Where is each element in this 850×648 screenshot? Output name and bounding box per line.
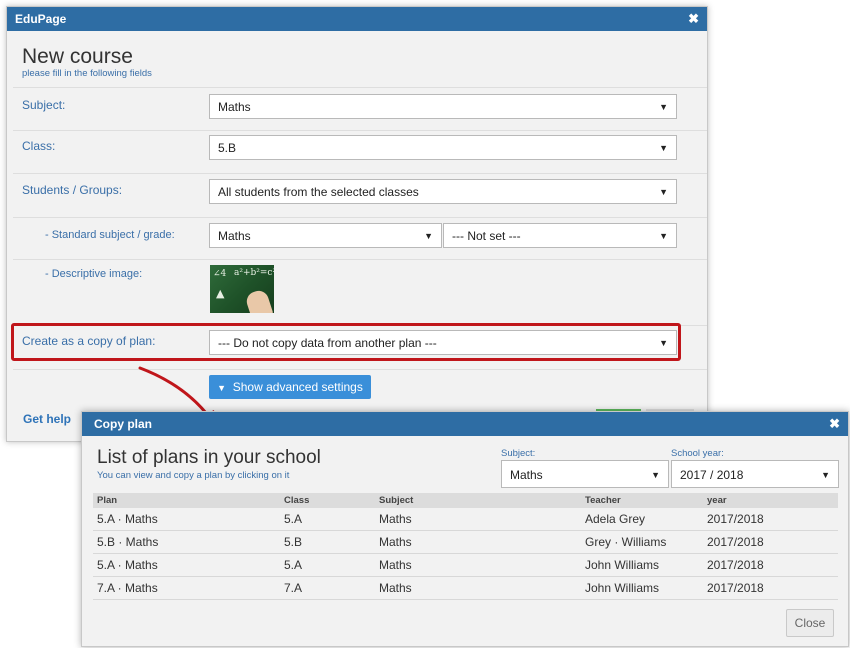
class-cell: 5.A xyxy=(280,553,375,577)
subject-select-value: Maths xyxy=(218,100,251,114)
students-select-value: All students from the selected classes xyxy=(218,185,419,199)
year-filter-label: School year: xyxy=(671,448,724,459)
standard-subject-select[interactable]: Maths ▼ xyxy=(209,223,442,248)
teacher-cell: Grey · Williams xyxy=(581,530,703,554)
class-label: Class: xyxy=(22,139,56,153)
dialog-subheading: please fill in the following fields xyxy=(22,68,152,79)
row-divider xyxy=(13,217,707,218)
year-cell: 2017/2018 xyxy=(703,530,838,554)
descriptive-image-thumbnail[interactable]: ∠4 a²+b²=c² ▲ xyxy=(210,265,274,313)
column-header-year: year xyxy=(703,493,838,508)
subject-filter-label: Subject: xyxy=(501,448,536,459)
advanced-settings-label: Show advanced settings xyxy=(232,380,363,394)
close-icon[interactable]: ✖ xyxy=(688,7,699,31)
get-help-link[interactable]: Get help xyxy=(23,412,71,426)
row-divider xyxy=(13,173,707,174)
hand-graphic xyxy=(244,288,274,313)
close-icon[interactable]: ✖ xyxy=(829,412,840,436)
chevron-down-icon: ▼ xyxy=(651,470,660,480)
students-select[interactable]: All students from the selected classes ▼ xyxy=(209,179,677,204)
plan-cell: 5.A · Maths xyxy=(93,553,280,577)
grade-select[interactable]: --- Not set --- ▼ xyxy=(443,223,677,248)
subject-cell: Maths xyxy=(375,553,581,577)
class-cell: 5.B xyxy=(280,530,375,554)
year-filter-select[interactable]: 2017 / 2018 ▼ xyxy=(671,460,839,488)
class-select[interactable]: 5.B ▼ xyxy=(209,135,677,160)
new-course-title-bar: EduPage ✖ xyxy=(7,7,707,31)
chevron-down-icon: ▼ xyxy=(424,231,433,241)
grade-select-value: --- Not set --- xyxy=(452,229,521,243)
chevron-down-icon: ▼ xyxy=(821,470,830,480)
table-row[interactable]: 5.B · Maths 5.B Maths Grey · Williams 20… xyxy=(93,530,838,554)
show-advanced-settings-button[interactable]: ▼ Show advanced settings xyxy=(209,375,371,399)
chevron-down-icon: ▼ xyxy=(659,231,668,241)
subject-filter-select[interactable]: Maths ▼ xyxy=(501,460,669,488)
year-filter-value: 2017 / 2018 xyxy=(680,468,744,482)
row-divider xyxy=(13,87,707,88)
chevron-down-icon: ▼ xyxy=(217,383,227,393)
table-header-row: Plan Class Subject Teacher year xyxy=(93,493,838,508)
plans-heading: List of plans in your school xyxy=(97,447,321,468)
table-row[interactable]: 5.A · Maths 5.A Maths Adela Grey 2017/20… xyxy=(93,508,838,531)
plan-cell: 5.A · Maths xyxy=(93,508,280,531)
chevron-down-icon: ▼ xyxy=(659,143,668,153)
descriptive-image-label: - Descriptive image: xyxy=(45,268,143,280)
window-title: EduPage xyxy=(15,12,67,26)
teacher-cell: Adela Grey xyxy=(581,508,703,531)
chevron-down-icon: ▼ xyxy=(659,102,668,112)
table-row[interactable]: 7.A · Maths 7.A Maths John Williams 2017… xyxy=(93,576,838,600)
column-header-subject: Subject xyxy=(375,493,581,508)
table-row[interactable]: 5.A · Maths 5.A Maths John Williams 2017… xyxy=(93,553,838,577)
row-divider xyxy=(13,259,707,260)
year-cell: 2017/2018 xyxy=(703,576,838,600)
standard-subject-label: - Standard subject / grade: xyxy=(45,229,175,241)
row-divider xyxy=(13,369,707,370)
class-select-value: 5.B xyxy=(218,141,237,155)
subject-cell: Maths xyxy=(375,508,581,531)
chevron-down-icon: ▼ xyxy=(659,187,668,197)
subject-cell: Maths xyxy=(375,576,581,600)
window-title: Copy plan xyxy=(94,417,153,431)
teacher-cell: John Williams xyxy=(581,553,703,577)
plans-table: Plan Class Subject Teacher year 5.A · Ma… xyxy=(93,493,838,600)
subject-filter-value: Maths xyxy=(510,468,543,482)
class-cell: 7.A xyxy=(280,576,375,600)
subject-label: Subject: xyxy=(22,98,66,112)
column-header-teacher: Teacher xyxy=(581,493,703,508)
year-cell: 2017/2018 xyxy=(703,508,838,531)
dialog-heading: New course xyxy=(22,45,133,68)
plan-cell: 7.A · Maths xyxy=(93,576,280,600)
students-label: Students / Groups: xyxy=(22,183,123,197)
copy-plan-title-bar: Copy plan ✖ xyxy=(82,412,848,436)
class-cell: 5.A xyxy=(280,508,375,531)
new-course-dialog: EduPage ✖ New course please fill in the … xyxy=(6,6,708,442)
subject-cell: Maths xyxy=(375,530,581,554)
copy-plan-highlight xyxy=(11,323,681,361)
subject-select[interactable]: Maths ▼ xyxy=(209,94,677,119)
standard-subject-value: Maths xyxy=(218,229,251,243)
teacher-cell: John Williams xyxy=(581,576,703,600)
copy-plan-dialog: Copy plan ✖ List of plans in your school… xyxy=(81,411,849,647)
year-cell: 2017/2018 xyxy=(703,553,838,577)
column-header-plan: Plan xyxy=(93,493,280,508)
column-header-class: Class xyxy=(280,493,375,508)
row-divider xyxy=(13,130,707,131)
close-button[interactable]: Close xyxy=(786,609,834,637)
plan-cell: 5.B · Maths xyxy=(93,530,280,554)
plans-subheading: You can view and copy a plan by clicking… xyxy=(97,470,290,481)
